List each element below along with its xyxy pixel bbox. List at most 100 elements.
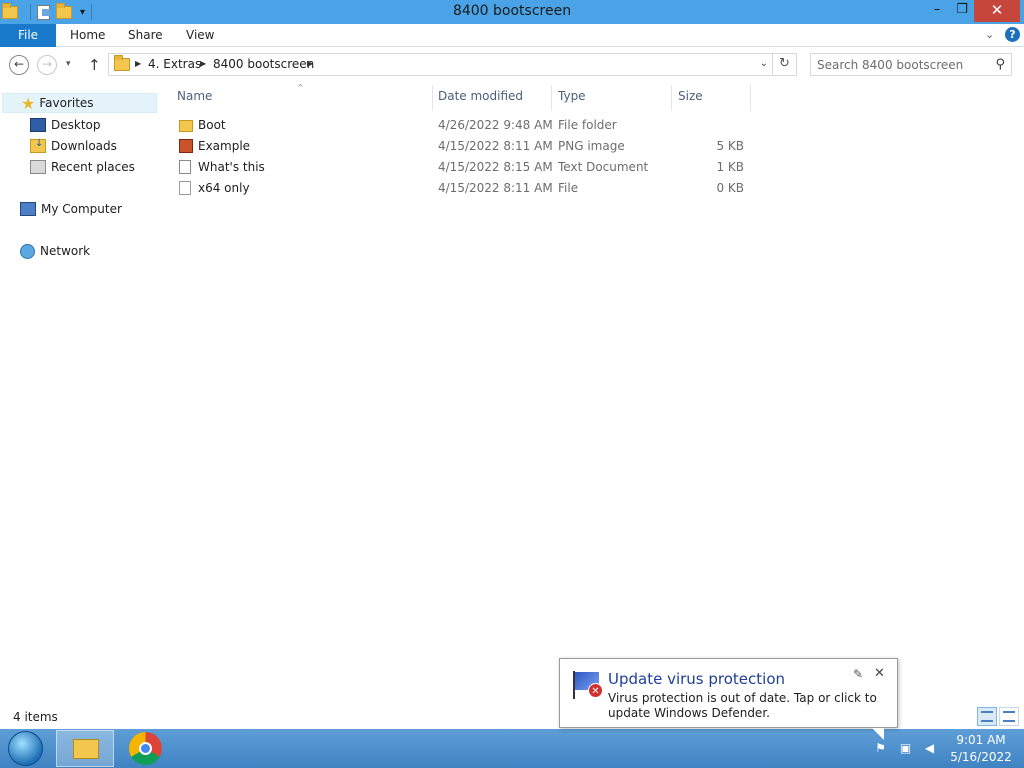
breadcrumb-separator[interactable]: ▶ bbox=[135, 59, 141, 68]
breadcrumb-extras[interactable]: 4. Extras bbox=[148, 57, 201, 71]
action-center-flag-icon[interactable]: ⚑ bbox=[873, 741, 888, 755]
nav-my-computer-label: My Computer bbox=[41, 202, 122, 216]
nav-network-label: Network bbox=[40, 244, 91, 258]
search-icon[interactable]: ⚲ bbox=[995, 57, 1005, 72]
column-divider[interactable] bbox=[671, 85, 672, 111]
recent-places-icon bbox=[30, 160, 46, 174]
file-name: x64 only bbox=[198, 181, 250, 195]
network-status-icon[interactable]: ▣ bbox=[898, 741, 913, 755]
ribbon-tabs: File Home Share View ⌄ ? bbox=[0, 24, 1024, 47]
chrome-icon bbox=[139, 742, 152, 755]
column-header-size[interactable]: Size bbox=[678, 89, 703, 113]
volume-muted-icon[interactable]: ◀ bbox=[922, 741, 937, 755]
tab-home[interactable]: Home bbox=[70, 24, 105, 47]
clock-time[interactable]: 9:01 AM bbox=[948, 733, 1014, 747]
title-bar[interactable]: ▾ 8400 bootscreen – ❐ ✕ bbox=[0, 0, 1024, 24]
nav-desktop[interactable]: Desktop bbox=[30, 115, 101, 135]
tab-file[interactable]: File bbox=[0, 24, 56, 47]
notification-balloon[interactable]: ✕ Update virus protection Virus protecti… bbox=[559, 658, 898, 740]
address-dropdown-icon[interactable]: ⌄ bbox=[760, 58, 768, 69]
search-box[interactable]: ⚲ bbox=[810, 53, 1012, 76]
tab-share[interactable]: Share bbox=[128, 24, 163, 47]
breadcrumb-separator[interactable]: ▶ bbox=[200, 59, 206, 68]
nav-favorites-label: Favorites bbox=[39, 96, 94, 110]
address-row: ← → ▾ ↑ ▶ 4. Extras ▶ 8400 bootscreen ▶ … bbox=[0, 47, 1024, 83]
nav-favorites[interactable]: ★ Favorites bbox=[2, 93, 157, 113]
notification-body[interactable]: Virus protection is out of date. Tap or … bbox=[608, 691, 894, 721]
clock-date[interactable]: 5/16/2022 bbox=[948, 750, 1014, 764]
file-date: 4/26/2022 9:48 AM bbox=[438, 118, 553, 132]
details-view-icon bbox=[981, 711, 993, 722]
window-title: 8400 bootscreen bbox=[452, 3, 572, 19]
expand-ribbon-icon[interactable]: ⌄ bbox=[985, 28, 994, 41]
file-name: Boot bbox=[198, 118, 226, 132]
file-type: Text Document bbox=[558, 160, 649, 174]
taskbar-chrome[interactable] bbox=[129, 732, 162, 765]
star-icon: ★ bbox=[21, 93, 36, 113]
refresh-button[interactable]: ↻ bbox=[773, 53, 797, 76]
notification-settings-icon[interactable]: ✎ bbox=[853, 667, 863, 681]
file-type: File folder bbox=[558, 118, 617, 132]
file-list: ^ Name Date modified Type Size Boot 4/26… bbox=[160, 83, 1024, 703]
large-icons-view-button[interactable] bbox=[999, 707, 1019, 726]
file-row-boot[interactable]: Boot 4/26/2022 9:48 AM File folder bbox=[176, 115, 756, 135]
file-size: 5 KB bbox=[716, 139, 744, 153]
text-file-icon bbox=[179, 160, 191, 174]
tab-view[interactable]: View bbox=[186, 24, 214, 47]
nav-recent-places[interactable]: Recent places bbox=[30, 157, 135, 177]
notification-pointer bbox=[872, 728, 884, 740]
column-header-type[interactable]: Type bbox=[558, 89, 586, 113]
notification-close-icon[interactable]: ✕ bbox=[874, 666, 885, 681]
up-button[interactable]: ↑ bbox=[88, 56, 101, 74]
nav-my-computer[interactable]: My Computer bbox=[20, 199, 122, 219]
breadcrumb-separator[interactable]: ▶ bbox=[307, 59, 313, 68]
details-view-button[interactable] bbox=[977, 707, 997, 726]
file-date: 4/15/2022 8:15 AM bbox=[438, 160, 553, 174]
taskbar-file-explorer[interactable] bbox=[56, 730, 114, 767]
recent-locations-icon[interactable]: ▾ bbox=[66, 59, 71, 69]
minimize-button[interactable]: – bbox=[924, 0, 950, 22]
back-button[interactable]: ← bbox=[9, 55, 29, 75]
file-row-x64-only[interactable]: x64 only 4/15/2022 8:11 AM File 0 KB bbox=[176, 178, 756, 198]
large-icons-view-icon bbox=[1003, 711, 1015, 722]
item-count: 4 items bbox=[13, 710, 58, 724]
address-bar[interactable]: ▶ 4. Extras ▶ 8400 bootscreen ▶ ⌄ bbox=[108, 53, 773, 76]
file-name: What's this bbox=[198, 160, 265, 174]
forward-button[interactable]: → bbox=[37, 55, 57, 75]
column-divider[interactable] bbox=[750, 85, 751, 111]
file-date: 4/15/2022 8:11 AM bbox=[438, 181, 553, 195]
breadcrumb-8400-bootscreen[interactable]: 8400 bootscreen bbox=[213, 57, 314, 71]
taskbar: ⚑ ▣ ◀ 9:01 AM 5/16/2022 bbox=[0, 729, 1024, 768]
network-icon bbox=[20, 243, 35, 259]
nav-network[interactable]: Network bbox=[20, 241, 90, 261]
downloads-icon bbox=[30, 138, 46, 153]
restore-button[interactable]: ❐ bbox=[950, 0, 974, 22]
file-row-whats-this[interactable]: What's this 4/15/2022 8:15 AM Text Docum… bbox=[176, 157, 756, 177]
explorer-window: ▾ 8400 bootscreen – ❐ ✕ File Home Share … bbox=[0, 0, 1024, 729]
nav-recent-places-label: Recent places bbox=[51, 160, 135, 174]
nav-downloads[interactable]: Downloads bbox=[30, 136, 117, 156]
file-icon bbox=[179, 181, 191, 195]
folder-icon bbox=[114, 55, 130, 71]
file-size: 0 KB bbox=[716, 181, 744, 195]
column-divider[interactable] bbox=[432, 85, 433, 111]
column-header-date-modified[interactable]: Date modified bbox=[438, 89, 523, 113]
search-input[interactable] bbox=[817, 57, 982, 73]
close-button[interactable]: ✕ bbox=[974, 0, 1020, 22]
column-header-name[interactable]: Name bbox=[177, 89, 212, 113]
nav-downloads-label: Downloads bbox=[51, 139, 117, 153]
file-row-example[interactable]: Example 4/15/2022 8:11 AM PNG image 5 KB bbox=[176, 136, 756, 156]
file-type: PNG image bbox=[558, 139, 625, 153]
notification-title: Update virus protection bbox=[608, 670, 786, 688]
desktop-icon bbox=[30, 118, 46, 132]
computer-icon bbox=[20, 202, 36, 216]
error-icon: ✕ bbox=[588, 683, 603, 698]
nav-desktop-label: Desktop bbox=[51, 118, 101, 132]
help-icon[interactable]: ? bbox=[1005, 27, 1020, 42]
file-date: 4/15/2022 8:11 AM bbox=[438, 139, 553, 153]
start-button[interactable] bbox=[8, 731, 43, 766]
file-size: 1 KB bbox=[716, 160, 744, 174]
column-divider[interactable] bbox=[551, 85, 552, 111]
file-name: Example bbox=[198, 139, 251, 153]
navigation-pane: ★ Favorites Desktop Downloads Recent pla… bbox=[0, 83, 160, 703]
